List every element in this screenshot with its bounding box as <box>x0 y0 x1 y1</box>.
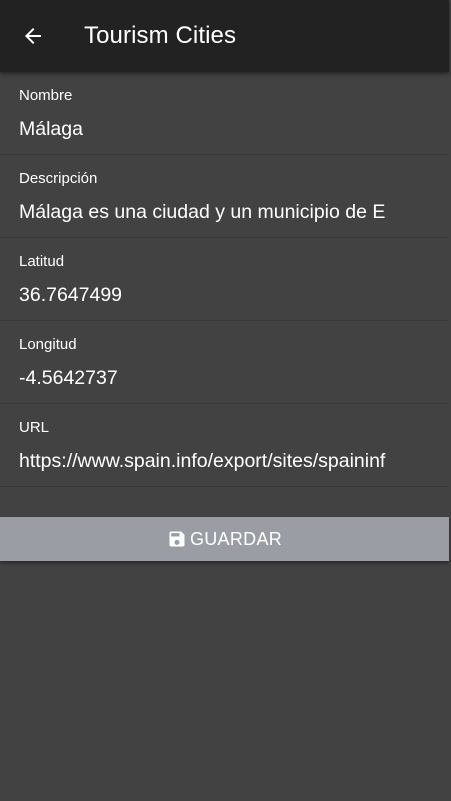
save-button[interactable]: GUARDAR <box>0 517 449 561</box>
back-button[interactable] <box>18 21 48 51</box>
descripcion-input[interactable] <box>19 199 393 225</box>
url-field: URL <box>0 404 449 487</box>
page-title: Tourism Cities <box>84 22 237 49</box>
descripcion-label: Descripción <box>19 170 98 187</box>
save-button-label: GUARDAR <box>189 528 283 549</box>
longitud-field: Longitud <box>0 321 449 404</box>
latitud-field: Latitud <box>0 238 449 321</box>
longitud-input[interactable] <box>19 365 393 391</box>
nombre-label: Nombre <box>19 87 73 104</box>
arrow-back-icon <box>25 28 41 44</box>
longitud-label: Longitud <box>19 336 77 353</box>
nombre-field: Nombre <box>0 72 449 155</box>
latitud-label: Latitud <box>19 253 65 270</box>
latitud-input[interactable] <box>19 282 393 308</box>
nombre-input[interactable] <box>19 116 393 142</box>
app-toolbar: Tourism Cities <box>0 0 449 72</box>
url-label: URL <box>19 419 50 436</box>
descripcion-field: Descripción <box>0 155 449 238</box>
save-icon <box>167 529 187 549</box>
url-input[interactable] <box>19 448 393 474</box>
city-form: Nombre Descripción Latitud Longitud URL <box>0 72 449 487</box>
